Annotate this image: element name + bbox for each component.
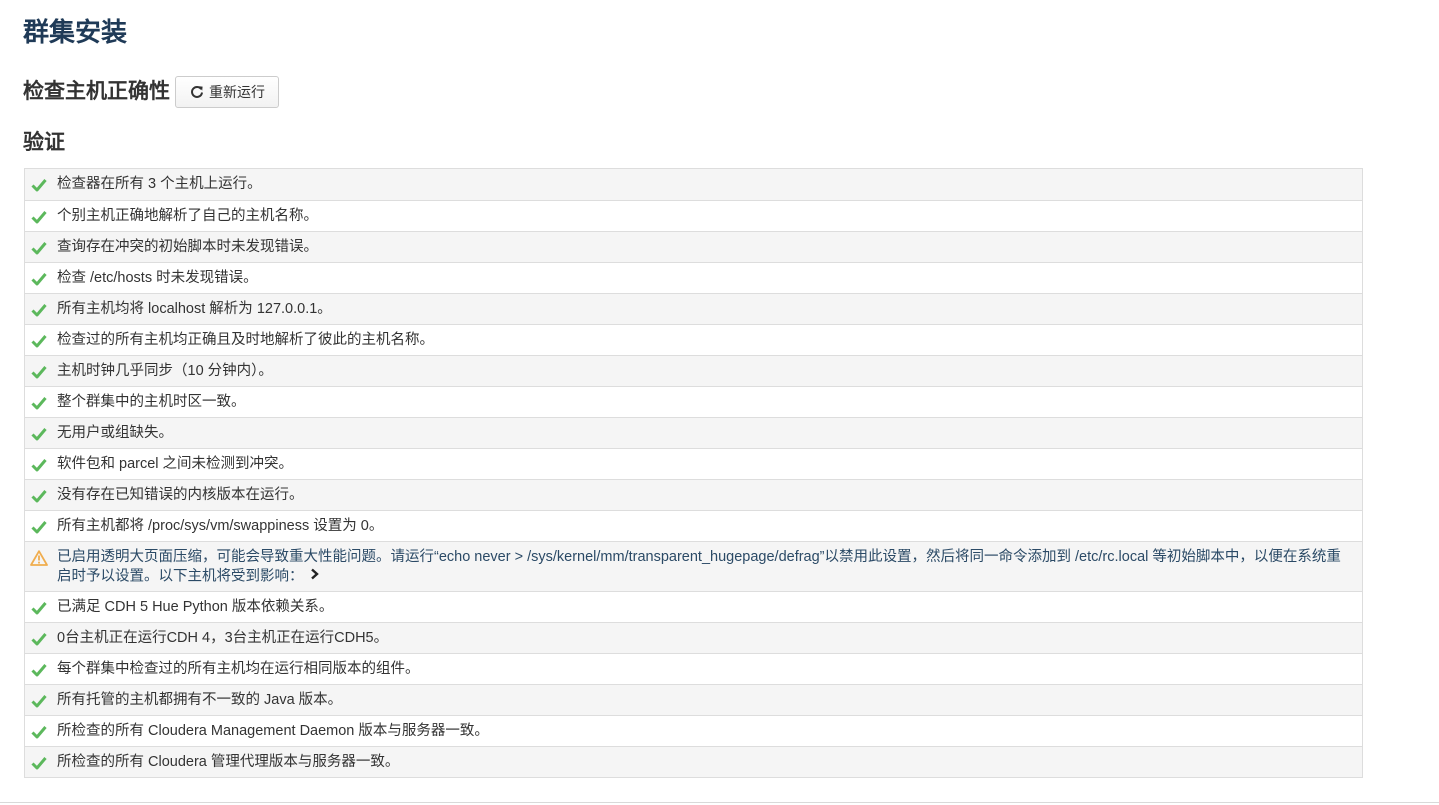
check-text: 检查过的所有主机均正确且及时地解析了彼此的主机名称。 [57,331,434,350]
check-message: 已启用透明大页面压缩，可能会导致重大性能问题。请运行“echo never > … [57,549,1341,585]
check-message: 每个群集中检查过的所有主机均在运行相同版本的组件。 [57,661,420,678]
check-text: 软件包和 parcel 之间未检测到冲突。 [57,455,293,474]
check-text: 所检查的所有 Cloudera Management Daemon 版本与服务器… [57,722,489,741]
check-icon [29,629,49,648]
check-message: 所有主机均将 localhost 解析为 127.0.0.1。 [57,301,332,317]
check-row: 每个群集中检查过的所有主机均在运行相同版本的组件。 [25,653,1362,685]
check-icon [29,660,49,679]
check-message: 所有托管的主机都拥有不一致的 Java 版本。 [57,692,343,709]
check-row: 没有存在已知错误的内核版本在运行。 [25,479,1362,510]
check-row: 所检查的所有 Cloudera Management Daemon 版本与服务器… [25,715,1362,747]
check-row: 个别主机正确地解析了自己的主机名称。 [25,200,1362,231]
check-message: 无用户或组缺失。 [57,425,173,441]
check-row: 0台主机正在运行CDH 4，3台主机正在运行CDH5。 [25,622,1362,654]
check-message: 查询存在冲突的初始脚本时未发现错误。 [57,239,318,255]
check-text: 所检查的所有 Cloudera 管理代理版本与服务器一致。 [57,753,399,772]
check-text: 查询存在冲突的初始脚本时未发现错误。 [57,238,318,257]
check-icon [29,455,49,474]
check-text: 检查器在所有 3 个主机上运行。 [57,175,262,194]
page-title: 群集安装 [23,17,128,47]
check-icon [29,424,49,443]
check-text: 无用户或组缺失。 [57,424,173,443]
host-inspector-header: 检查主机正确性 重新运行 [23,76,279,108]
check-icon [29,269,49,288]
check-row: 检查器在所有 3 个主机上运行。 [25,169,1362,200]
check-row: 所检查的所有 Cloudera 管理代理版本与服务器一致。 [25,746,1362,778]
section-title: 检查主机正确性 [23,80,170,103]
check-row: 软件包和 parcel 之间未检测到冲突。 [25,448,1362,479]
check-row: 主机时钟几乎同步（10 分钟内）。 [25,355,1362,386]
check-text: 没有存在已知错误的内核版本在运行。 [57,486,304,505]
check-row: 查询存在冲突的初始脚本时未发现错误。 [25,231,1362,262]
rerun-label: 重新运行 [209,84,265,100]
check-icon [29,238,49,257]
check-row: 已满足 CDH 5 Hue Python 版本依赖关系。 [25,591,1362,623]
check-text: 已满足 CDH 5 Hue Python 版本依赖关系。 [57,598,333,617]
check-row: 所有托管的主机都拥有不一致的 Java 版本。 [25,684,1362,716]
check-text: 所有主机均将 localhost 解析为 127.0.0.1。 [57,300,332,319]
check-message: 已满足 CDH 5 Hue Python 版本依赖关系。 [57,599,334,616]
check-text: 整个群集中的主机时区一致。 [57,393,246,412]
check-icon [29,598,49,617]
check-row: 整个群集中的主机时区一致。 [25,386,1362,417]
check-icon [29,753,49,772]
verification-checks-table: 检查器在所有 3 个主机上运行。个别主机正确地解析了自己的主机名称。 查询存在冲突… [24,168,1363,779]
check-message: 检查器在所有 3 个主机上运行。 [57,176,262,192]
check-row: 检查 /etc/hosts 时未发现错误。 [25,262,1362,293]
rerun-button[interactable]: 重新运行 [175,76,279,108]
check-icon [29,362,49,381]
check-icon [29,691,49,710]
check-message: 所有主机都将 /proc/sys/vm/swappiness 设置为 0。 [57,518,384,534]
check-message: 0台主机正在运行CDH 4，3台主机正在运行CDH5。 [57,630,389,647]
check-text: 所有托管的主机都拥有不一致的 Java 版本。 [57,691,342,710]
check-row: 所有主机均将 localhost 解析为 127.0.0.1。 [25,293,1362,324]
check-icon [29,517,49,536]
check-text: 个别主机正确地解析了自己的主机名称。 [57,207,318,226]
check-icon [29,722,49,741]
check-message: 个别主机正确地解析了自己的主机名称。 [57,208,318,224]
check-message: 所检查的所有 Cloudera 管理代理版本与服务器一致。 [57,754,400,771]
check-row: 无用户或组缺失。 [25,417,1362,448]
check-message: 整个群集中的主机时区一致。 [57,394,246,410]
check-icon [29,300,49,319]
check-text: 0台主机正在运行CDH 4，3台主机正在运行CDH5。 [57,629,388,648]
check-icon [29,207,49,226]
check-message: 主机时钟几乎同步（10 分钟内）。 [57,363,273,379]
check-row: 已启用透明大页面压缩，可能会导致重大性能问题。请运行“echo never > … [25,541,1362,592]
check-message: 检查过的所有主机均正确且及时地解析了彼此的主机名称。 [57,332,434,348]
check-text: 已启用透明大页面压缩，可能会导致重大性能问题。请运行“echo never > … [57,548,1352,586]
cluster-install-page: 群集安装 检查主机正确性 重新运行 验证 检查器在所有 3 个主机上运行。个别主… [0,0,1439,805]
check-message: 软件包和 parcel 之间未检测到冲突。 [57,456,294,472]
check-icon [29,175,49,194]
check-text: 每个群集中检查过的所有主机均在运行相同版本的组件。 [57,660,420,679]
check-row: 所有主机都将 /proc/sys/vm/swappiness 设置为 0。 [25,510,1362,541]
check-message: 所检查的所有 Cloudera Management Daemon 版本与服务器… [57,723,489,740]
check-text: 主机时钟几乎同步（10 分钟内）。 [57,362,273,381]
warning-icon [29,548,49,567]
chevron-right-icon[interactable] [310,567,320,586]
check-icon [29,486,49,505]
check-message: 检查 /etc/hosts 时未发现错误。 [57,270,258,286]
check-icon [29,393,49,412]
check-icon [29,331,49,350]
check-row: 检查过的所有主机均正确且及时地解析了彼此的主机名称。 [25,324,1362,355]
check-message: 没有存在已知错误的内核版本在运行。 [57,487,304,503]
check-text: 检查 /etc/hosts 时未发现错误。 [57,269,258,288]
check-text: 所有主机都将 /proc/sys/vm/swappiness 设置为 0。 [57,517,383,536]
footer-divider [0,802,1439,803]
verification-title: 验证 [23,131,65,154]
refresh-icon [190,85,204,99]
